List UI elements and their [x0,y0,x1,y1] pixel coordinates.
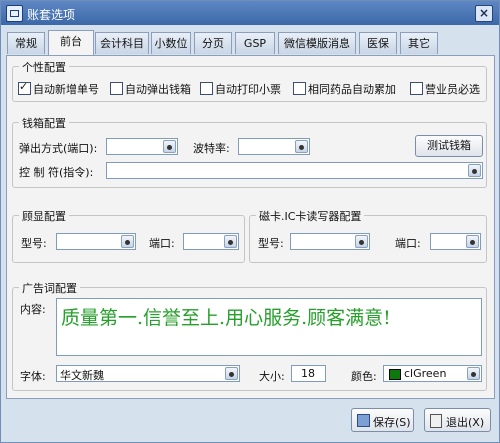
tab-decimal[interactable]: 小数位 [151,32,191,54]
color-select[interactable]: clGreen [383,365,482,382]
ad-content-label: 内容: [20,303,46,316]
dropdown-arrow-icon[interactable] [467,367,480,380]
tab-panel: 个性配置 自动新增单号 自动弹出钱箱 自动打印小票 相同药品自动累加 营业员必选 [6,55,495,399]
tab-wechat[interactable]: 微信模版消息 [278,32,356,54]
display-group: 顾显配置 型号: 端口: [12,208,245,263]
font-value: 华文新魏 [60,369,104,382]
dropdown-arrow-icon[interactable] [466,235,479,248]
close-button[interactable]: × [475,5,493,22]
checkbox-box[interactable] [18,80,31,95]
reader-port-label: 端口: [395,237,421,250]
size-value: 18 [301,367,315,380]
checkbox-label: 相同药品自动累加 [308,83,396,96]
display-group-title: 顾显配置 [19,208,69,224]
ad-content-textarea[interactable]: 质量第一.信誉至上.用心服务.顾客满意! [56,298,482,356]
exit-button[interactable]: 退出(X) [424,408,491,432]
control-command-label: 控 制 符(指令): [19,166,94,179]
dropdown-arrow-icon[interactable] [225,367,238,380]
checkbox-label: 营业员必选 [425,83,480,96]
tab-paging[interactable]: 分页 [194,32,232,54]
baud-rate-select[interactable] [238,138,310,155]
tab-insurance[interactable]: 医保 [359,32,397,54]
checkbox-box[interactable] [410,82,423,95]
baud-rate-label: 波特率: [193,142,230,155]
ad-content-text: 质量第一.信誉至上.用心服务.顾客满意! [61,307,391,329]
display-port-select[interactable] [183,233,239,250]
checkbox-label: 自动新增单号 [33,83,99,96]
control-command-select[interactable] [106,162,483,179]
popup-method-label: 弹出方式(端口): [19,142,98,155]
save-button[interactable]: 保存(S) [351,408,414,432]
ad-group: 广告词配置 内容: 质量第一.信誉至上.用心服务.顾客满意! 字体: 华文新魏 … [12,280,487,391]
tab-general[interactable]: 常规 [7,32,45,54]
dropdown-arrow-icon[interactable] [295,140,308,153]
checkbox-box[interactable] [110,82,123,95]
display-model-select[interactable] [56,233,136,250]
display-port-label: 端口: [149,237,175,250]
reader-port-select[interactable] [430,233,481,250]
checkbox-box[interactable] [200,82,213,95]
tab-other[interactable]: 其它 [400,32,438,54]
reader-model-label: 型号: [258,237,284,250]
checkbox-label: 自动弹出钱箱 [125,83,191,96]
dropdown-arrow-icon[interactable] [121,235,134,248]
title-bar: 账套选项 × [1,1,499,25]
exit-button-label: 退出(X) [446,416,485,429]
floppy-disk-icon [357,414,370,427]
personal-group: 个性配置 自动新增单号 自动弹出钱箱 自动打印小票 相同药品自动累加 营业员必选 [12,59,487,102]
card-reader-group: 磁卡.IC卡读写器配置 型号: 端口: [249,208,487,263]
tab-frontdesk[interactable]: 前台 [48,30,94,55]
font-select[interactable]: 华文新魏 [56,365,240,382]
tab-gsp[interactable]: GSP [235,32,275,54]
dropdown-arrow-icon[interactable] [224,235,237,248]
cashbox-group: 钱箱配置 弹出方式(端口): 波特率: 测试钱箱 控 制 符(指令): [12,115,487,188]
tab-accounting[interactable]: 会计科目 [95,32,149,54]
personal-group-title: 个性配置 [19,59,69,75]
checkbox-box[interactable] [293,82,306,95]
door-exit-icon [430,414,442,428]
color-value: clGreen [404,367,447,380]
dropdown-arrow-icon[interactable] [355,235,368,248]
display-model-label: 型号: [21,237,47,250]
checkbox-label: 自动打印小票 [215,83,281,96]
font-label: 字体: [20,370,46,383]
window-title: 账套选项 [27,8,76,22]
app-icon [6,5,23,22]
options-window: 账套选项 × 常规 前台 会计科目 小数位 分页 GSP 微信模版消息 医保 其… [0,0,500,443]
dropdown-arrow-icon[interactable] [468,164,481,177]
card-reader-group-title: 磁卡.IC卡读写器配置 [256,208,365,224]
size-label: 大小: [259,370,285,383]
size-input[interactable]: 18 [291,365,326,382]
color-label: 颜色: [351,370,377,383]
test-cashbox-button[interactable]: 测试钱箱 [415,135,483,157]
dropdown-arrow-icon[interactable] [163,140,176,153]
color-swatch [389,369,401,380]
save-button-label: 保存(S) [373,416,411,429]
popup-method-select[interactable] [106,138,178,155]
cashbox-group-title: 钱箱配置 [19,115,69,131]
ad-group-title: 广告词配置 [19,280,80,296]
reader-model-select[interactable] [290,233,370,250]
